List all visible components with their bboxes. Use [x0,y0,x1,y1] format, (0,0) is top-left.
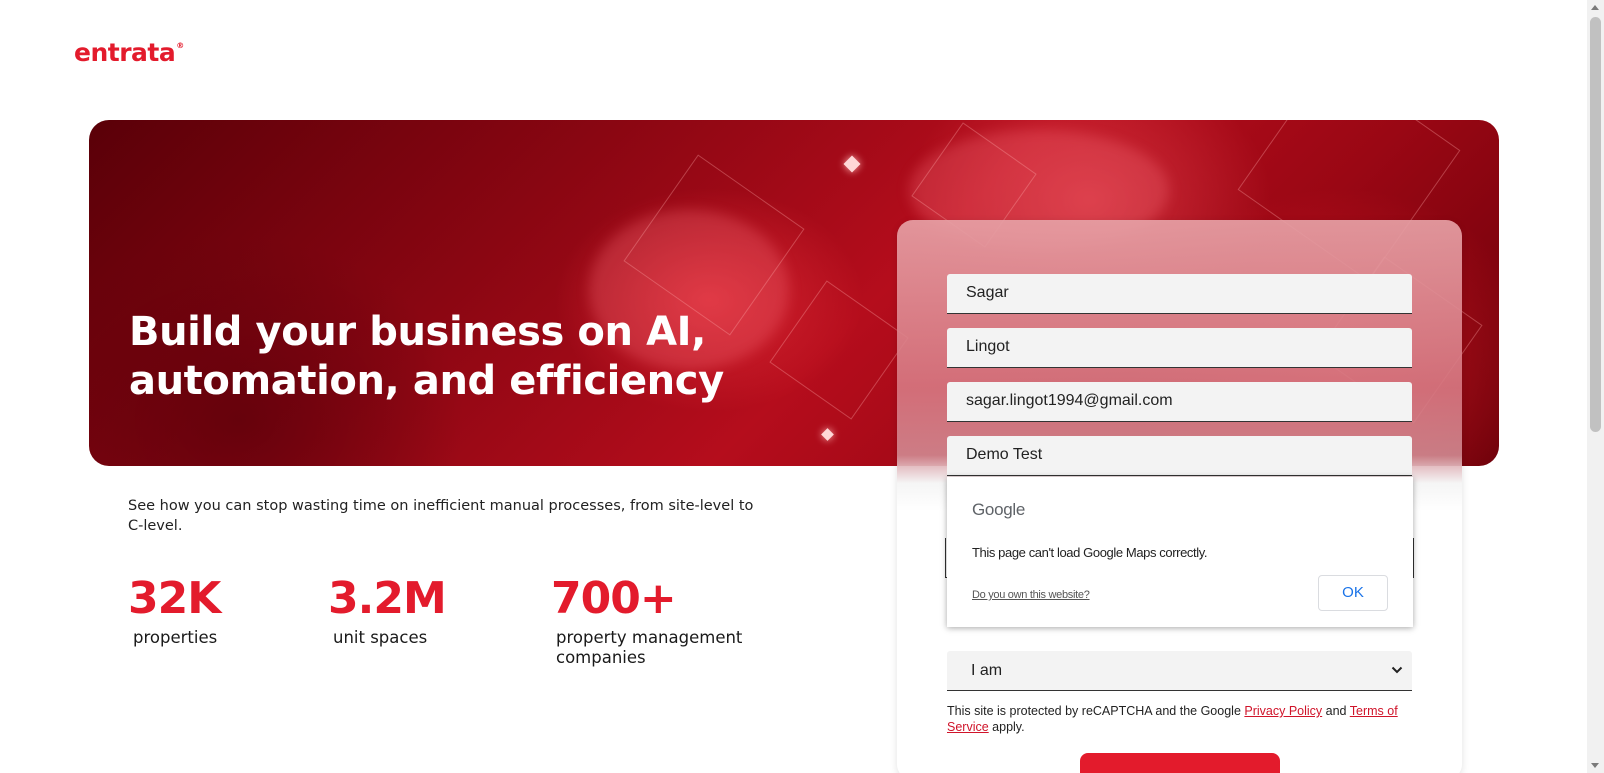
recaptcha-prefix: This site is protected by reCAPTCHA and … [947,704,1241,718]
stat-number: 3.2M [328,573,447,624]
hero-spark [821,428,834,441]
first-name-field[interactable]: Sagar [947,274,1412,314]
stat-unit-spaces: 3.2M unit spaces [328,573,447,648]
vertical-scrollbar[interactable] [1587,0,1604,773]
scrollbar-thumb[interactable] [1590,17,1601,432]
ok-button[interactable]: OK [1318,575,1388,611]
last-name-value: Lingot [966,338,1010,355]
recaptcha-and: and [1325,704,1347,718]
stat-properties: 32K properties [128,573,221,648]
recaptcha-suffix: apply. [992,720,1025,734]
hero-spark [843,155,861,173]
scroll-up-icon[interactable] [1591,5,1599,10]
hero-title-line1: Build your business on AI, [129,309,706,355]
stat-number: 700+ [551,573,677,624]
hero-title: Build your business on AI, automation, a… [129,308,724,406]
logo-text: entrata [74,38,176,67]
logo[interactable]: entrata® [74,38,184,67]
hero-shape [769,280,909,420]
stat-label: unit spaces [333,628,428,647]
hero-subtitle: See how you can stop wasting time on ine… [128,498,754,534]
google-logo: Google [972,500,1026,519]
stat-label: properties [133,628,218,647]
email-value: sagar.lingot1994@gmail.com [966,392,1173,409]
chevron-down-icon [1391,666,1403,674]
recaptcha-notice: This site is protected by reCAPTCHA and … [947,703,1417,735]
stat-label: property management companies [556,628,742,668]
stat-number: 32K [128,573,221,624]
stat-companies: 700+ property management companies [551,574,742,668]
last-name-field[interactable]: Lingot [947,328,1412,368]
stat-label-line2: companies [556,648,646,667]
company-field[interactable]: Demo Test [947,436,1412,476]
first-name-value: Sagar [966,284,1009,301]
scroll-down-icon[interactable] [1591,763,1599,768]
company-value: Demo Test [966,446,1043,463]
role-select-value: I am [971,662,1003,679]
privacy-policy-link[interactable]: Privacy Policy [1244,704,1322,718]
submit-button[interactable] [1080,753,1280,773]
registered-mark: ® [176,41,184,50]
hero-title-line2: automation, and efficiency [129,358,724,404]
stat-label-line1: property management [556,628,743,647]
role-select[interactable]: I am [947,651,1412,691]
own-website-link[interactable]: Do you own this website? [972,589,1090,601]
email-field[interactable]: sagar.lingot1994@gmail.com [947,382,1412,422]
maps-error-message: This page can't load Google Maps correct… [972,545,1208,560]
google-maps-error-dialog: Google This page can't load Google Maps … [947,477,1413,627]
